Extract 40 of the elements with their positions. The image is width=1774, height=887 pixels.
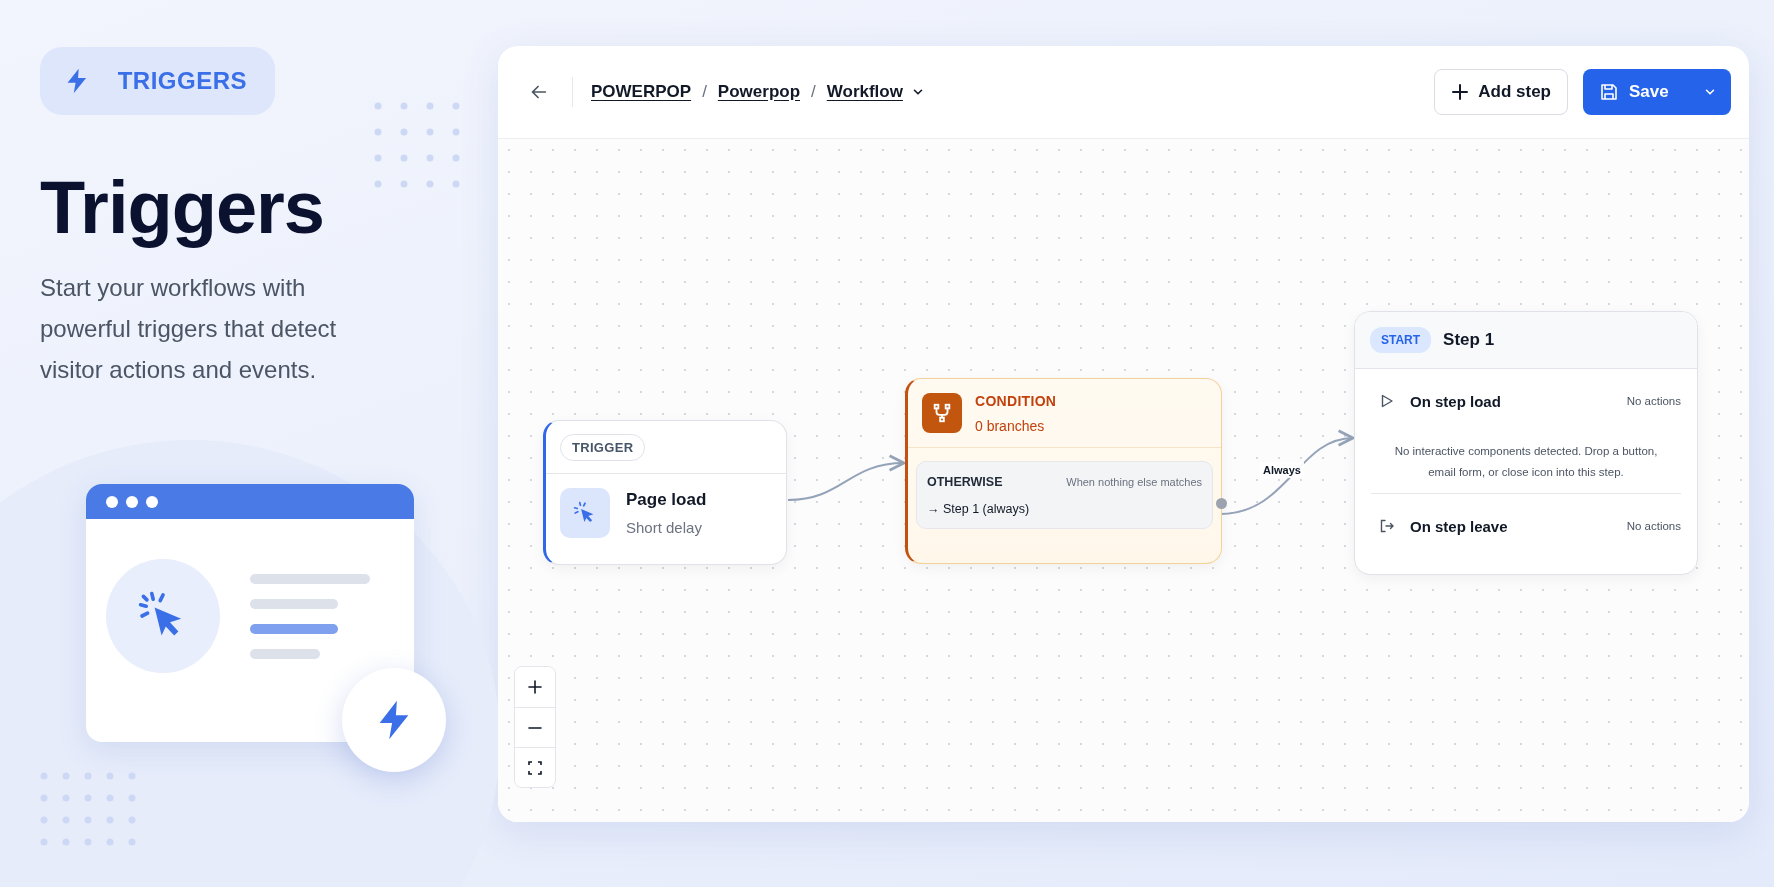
node-title: Step 1	[1443, 330, 1495, 350]
branch-hint: When nothing else matches	[1066, 476, 1202, 488]
empty-note: No interactive components detected. Drop a button, email form, or close icon into this step.	[1393, 444, 1659, 480]
step-node[interactable]: START Step 1 On step load No actions No interactive components detected. Drop a button, email form, or close icon into this step. On step leave No actions	[1354, 311, 1698, 575]
node-title: CONDITION	[975, 392, 1057, 409]
plus-icon	[527, 679, 543, 695]
event-status: No actions	[1626, 520, 1681, 532]
add-step-button[interactable]: Add step	[1434, 69, 1568, 115]
window-control-dot	[106, 495, 118, 508]
node-title: Page load	[626, 490, 707, 510]
event-label: On step load	[1410, 392, 1501, 410]
breadcrumb-separator: /	[811, 82, 816, 102]
minus-icon	[527, 726, 543, 729]
window-control-dot	[126, 495, 138, 508]
branch-icon	[922, 393, 962, 433]
breadcrumb-link[interactable]: Powerpop	[717, 82, 801, 102]
breadcrumb-separator: /	[702, 82, 707, 102]
trigger-node[interactable]: TRIGGER Page load Short delay	[543, 420, 787, 565]
text-line-placeholder	[250, 648, 320, 659]
edge-label: Always	[1260, 462, 1304, 478]
badge-label: TRIGGERS	[117, 67, 247, 95]
page-subtitle: Start your workflows with powerful triggers that detect visitor actions and events.	[40, 273, 338, 385]
breadcrumb-link[interactable]: Workflow	[826, 82, 903, 102]
play-icon	[1379, 393, 1395, 409]
save-icon	[1599, 82, 1619, 102]
breadcrumb-link[interactable]: POWERPOP	[591, 82, 692, 102]
branch-label: OTHERWISE	[927, 475, 1003, 489]
window-control-dot	[146, 495, 158, 508]
fit-view-button[interactable]	[515, 747, 555, 787]
plus-icon	[1451, 83, 1470, 101]
save-button[interactable]: Save	[1583, 69, 1731, 115]
fit-view-icon	[527, 759, 543, 776]
node-subtitle: Short delay	[626, 519, 703, 536]
exit-icon	[1379, 518, 1395, 534]
event-label: On step leave	[1410, 517, 1508, 535]
event-status: No actions	[1626, 395, 1681, 407]
cursor-click-icon	[560, 488, 610, 538]
start-tag: START	[1370, 327, 1432, 353]
branch-target: → Step 1 (always)	[927, 502, 1031, 516]
node-subtitle: 0 branches	[975, 417, 1046, 434]
